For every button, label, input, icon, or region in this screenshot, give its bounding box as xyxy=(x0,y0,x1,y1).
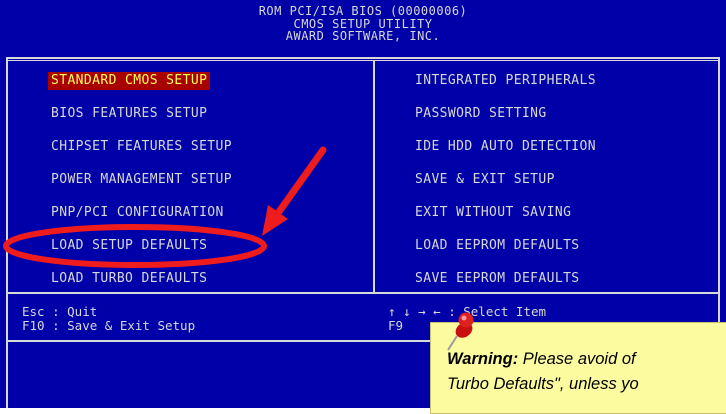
menu-item-load-setup-defaults[interactable]: LOAD SETUP DEFAULTS xyxy=(48,237,210,255)
menu-item-ide-hdd-auto-detection[interactable]: IDE HDD AUTO DETECTION xyxy=(412,138,599,156)
menu-item-load-eeprom-defaults[interactable]: LOAD EEPROM DEFAULTS xyxy=(412,237,583,255)
menu-column-divider xyxy=(373,60,375,293)
frame-top-line xyxy=(6,57,720,59)
menu-item-integrated-peripherals[interactable]: INTEGRATED PERIPHERALS xyxy=(412,72,599,90)
bios-title-line3: AWARD SOFTWARE, INC. xyxy=(285,29,441,43)
frame-left-line xyxy=(6,57,8,408)
menu-item-chipset-features-setup[interactable]: CHIPSET FEATURES SETUP xyxy=(48,138,235,156)
menu-item-power-management-setup[interactable]: POWER MANAGEMENT SETUP xyxy=(48,171,235,189)
menu-item-save-exit-setup[interactable]: SAVE & EXIT SETUP xyxy=(412,171,558,189)
warning-text: Warning: Please avoid of Turbo Defaults"… xyxy=(447,347,726,397)
bios-title-line1: ROM PCI/ISA BIOS (00000006) xyxy=(258,4,468,18)
warning-line2: Turbo Defaults", unless yo xyxy=(447,375,639,393)
help-esc-quit: Esc : Quit xyxy=(22,304,98,319)
help-f10-save-exit: F10 : Save & Exit Setup xyxy=(22,318,196,333)
help-f9: F9 xyxy=(388,318,404,333)
menu-item-bios-features-setup[interactable]: BIOS FEATURES SETUP xyxy=(48,105,210,123)
menu-item-standard-cmos-setup[interactable]: STANDARD CMOS SETUP xyxy=(48,72,211,90)
menu-item-exit-without-saving[interactable]: EXIT WITHOUT SAVING xyxy=(412,204,574,222)
pushpin-icon xyxy=(447,312,474,351)
frame-top-line-inner xyxy=(6,60,720,61)
menu-item-load-turbo-defaults[interactable]: LOAD TURBO DEFAULTS xyxy=(48,270,210,288)
menu-item-password-setting[interactable]: PASSWORD SETTING xyxy=(412,105,550,123)
menu-item-pnp-pci-configuration[interactable]: PNP/PCI CONFIGURATION xyxy=(48,204,227,222)
warning-line1-rest: Please avoid of xyxy=(518,350,636,368)
menu-bottom-line xyxy=(6,292,720,294)
menu-item-save-eeprom-defaults[interactable]: SAVE EEPROM DEFAULTS xyxy=(412,270,583,288)
warning-line1: Warning: Please avoid of xyxy=(447,347,726,372)
bios-header: ROM PCI/ISA BIOS (00000006) CMOS SETUP U… xyxy=(0,5,726,43)
